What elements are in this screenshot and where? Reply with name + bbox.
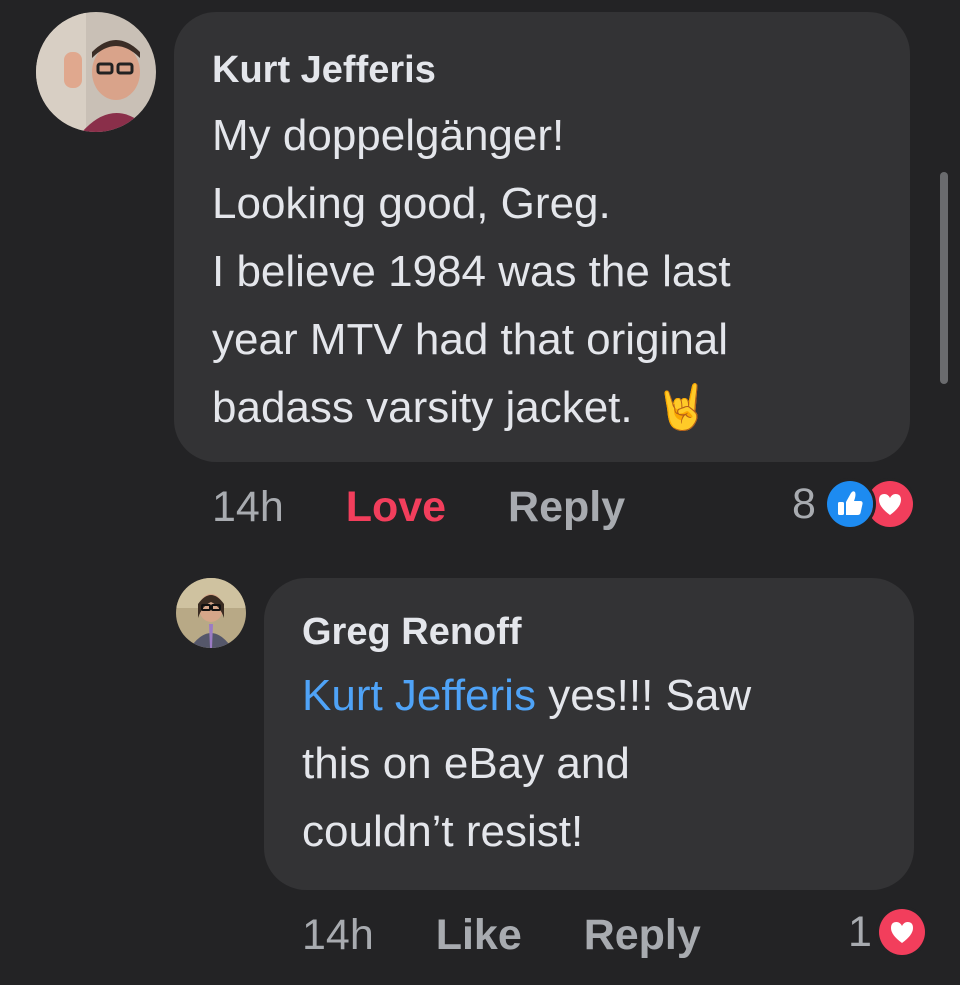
reaction-count: 8 bbox=[792, 479, 816, 528]
avatar-kurt-jefferis[interactable] bbox=[36, 12, 156, 132]
reply-text-line: couldn’t resist! bbox=[302, 806, 584, 856]
comment-bubble: Kurt Jefferis My doppelgänger! Looking g… bbox=[174, 12, 910, 462]
reaction-summary[interactable]: 1 bbox=[848, 906, 928, 958]
love-icon bbox=[875, 906, 928, 958]
reply-text-line: this on eBay and bbox=[302, 738, 630, 788]
reply-button[interactable]: Reply bbox=[508, 483, 625, 531]
reply-text: yes!!! Saw bbox=[548, 670, 752, 720]
comment-author[interactable]: Kurt Jefferis bbox=[212, 48, 910, 94]
comment-text-line: I believe 1984 was the last bbox=[212, 246, 731, 296]
rock-on-emoji: 🤘 bbox=[654, 382, 710, 432]
reaction-summary[interactable]: 8 bbox=[792, 478, 916, 530]
reply-text-line: Kurt Jefferis yes!!! Saw bbox=[302, 662, 914, 730]
reply-author[interactable]: Greg Renoff bbox=[302, 610, 914, 656]
reply-actions: 14h Like Reply bbox=[302, 914, 701, 957]
timestamp[interactable]: 14h bbox=[212, 483, 284, 531]
love-button[interactable]: Love bbox=[346, 483, 446, 531]
comment-text-line: badass varsity jacket. 🤘 bbox=[212, 374, 910, 442]
scrollbar[interactable] bbox=[940, 172, 948, 384]
like-icon bbox=[823, 478, 876, 530]
comment-text-line: year MTV had that original bbox=[212, 314, 729, 364]
timestamp[interactable]: 14h bbox=[302, 911, 374, 959]
reply-bubble: Greg Renoff Kurt Jefferis yes!!! Saw thi… bbox=[264, 578, 914, 890]
like-button[interactable]: Like bbox=[436, 911, 522, 959]
comment-actions: 14h Love Reply bbox=[212, 486, 625, 529]
comment-text: badass varsity jacket. bbox=[212, 382, 633, 432]
reply-button[interactable]: Reply bbox=[584, 911, 701, 959]
comment-text-line: Looking good, Greg. bbox=[212, 178, 611, 228]
reaction-count: 1 bbox=[848, 907, 872, 956]
comment-thread: Kurt Jefferis My doppelgänger! Looking g… bbox=[0, 0, 960, 985]
comment-text-line: My doppelgänger! bbox=[212, 110, 565, 160]
mention-link[interactable]: Kurt Jefferis bbox=[302, 671, 536, 720]
avatar-greg-renoff[interactable] bbox=[176, 578, 246, 648]
